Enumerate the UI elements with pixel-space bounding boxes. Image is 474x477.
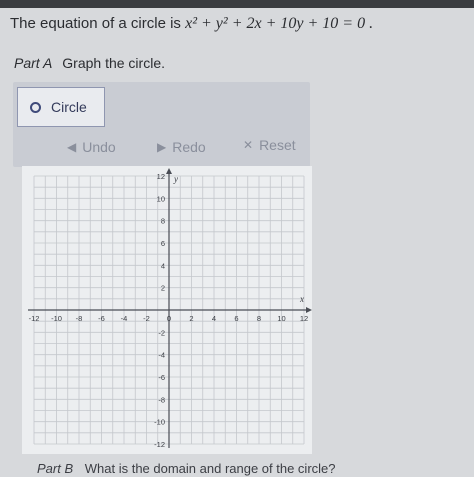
x-axis-arrow-icon — [306, 307, 312, 313]
circle-tool-button[interactable]: Circle — [17, 87, 105, 127]
x-tick-label: 0 — [167, 314, 171, 323]
x-tick-label: -8 — [76, 314, 83, 323]
undo-button[interactable]: ◀ Undo — [67, 139, 116, 155]
x-tick-label: 6 — [234, 314, 238, 323]
circle-tool-label: Circle — [51, 99, 87, 115]
undo-icon: ◀ — [67, 140, 77, 154]
y-tick-label: 4 — [161, 261, 165, 270]
y-tick-label: -4 — [158, 351, 165, 360]
part-a-label: Part A — [14, 55, 53, 71]
y-tick-label: 12 — [157, 172, 165, 181]
y-tick-label: -8 — [158, 395, 165, 404]
coordinate-grid[interactable]: -12 -10 -8 -6 -4 -2 0 2 4 6 8 10 12 12 10 8 6 4 2 -2 -4 -6 -8-… — [22, 166, 312, 454]
x-tick-label: -10 — [51, 314, 62, 323]
x-tick-label: -4 — [121, 314, 128, 323]
part-b-label: Part B — [37, 461, 74, 476]
redo-icon: ▶ — [157, 140, 167, 154]
x-tick-label: -2 — [143, 314, 150, 323]
x-tick-label: -6 — [98, 314, 105, 323]
x-tick-label: 10 — [277, 314, 285, 323]
x-tick-label: 8 — [257, 314, 261, 323]
x-tick-label: 4 — [212, 314, 216, 323]
redo-button[interactable]: ▶ Redo — [157, 139, 206, 155]
y-tick-label: 6 — [161, 239, 165, 248]
y-tick-label: -10 — [154, 418, 165, 427]
redo-label: Redo — [172, 139, 206, 155]
y-axis-label: y — [173, 174, 178, 184]
y-tick-label: -6 — [158, 373, 165, 382]
y-tick-label: -2 — [158, 328, 165, 337]
y-tick-label: 8 — [161, 217, 165, 226]
coordinate-plane[interactable]: -12 -10 -8 -6 -4 -2 0 2 4 6 8 10 1212108642-2-4-6-8-… — [22, 166, 312, 454]
y-axis-arrow-icon — [166, 168, 172, 174]
x-tick-label: 12 — [300, 314, 308, 323]
part-a-heading: Part A Graph the circle. — [14, 55, 165, 71]
question-text: The equation of a circle is x² + y² + 2x… — [10, 15, 373, 33]
x-tick-label: 2 — [189, 314, 193, 323]
top-bar — [0, 0, 474, 8]
part-b-question: What is the domain and range of the circ… — [84, 461, 336, 476]
question-prefix: The equation of a circle is — [10, 15, 181, 32]
reset-button[interactable]: ✕ Reset — [243, 137, 296, 153]
reset-icon: ✕ — [243, 138, 254, 152]
part-b-heading: Part B What is the domain and range of t… — [37, 461, 336, 476]
x-tick-label: -12 — [29, 314, 40, 323]
reset-label: Reset — [259, 137, 296, 153]
x-axis-label: x — [299, 294, 304, 304]
part-a-instruction: Graph the circle. — [62, 55, 165, 71]
circle-equation: x² + y² + 2x + 10y + 10 = 0 . — [185, 15, 374, 32]
y-tick-label: 2 — [161, 284, 165, 293]
circle-tool-icon — [30, 101, 41, 113]
y-tick-label: 10 — [157, 194, 165, 203]
undo-label: Undo — [82, 139, 116, 155]
y-tick-label: -12 — [154, 440, 165, 449]
